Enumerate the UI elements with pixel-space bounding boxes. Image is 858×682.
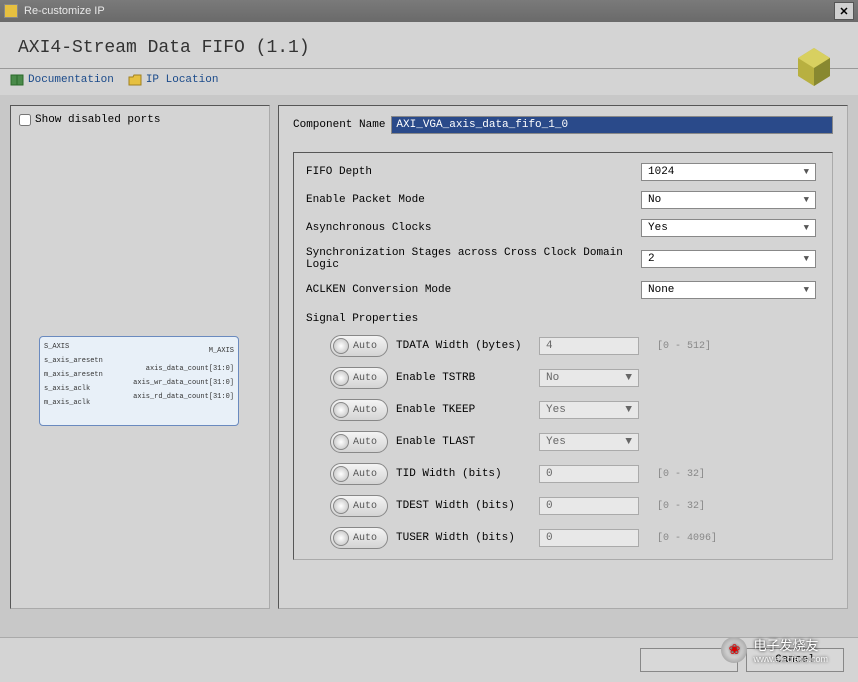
documentation-link[interactable]: Documentation <box>10 73 114 87</box>
close-button[interactable]: ✕ <box>834 2 854 20</box>
window-icon <box>4 4 18 18</box>
port-rd-data-count: axis_rd_data_count[31:0] <box>133 393 234 401</box>
tid-width-input[interactable]: 0 <box>539 465 639 483</box>
tstrb-select[interactable]: No▼ <box>539 369 639 387</box>
fifo-depth-select[interactable]: 1024▼ <box>641 163 816 181</box>
show-disabled-ports-label: Show disabled ports <box>35 114 160 126</box>
port-s-aclk: s_axis_aclk <box>44 385 90 393</box>
port-data-count: axis_data_count[31:0] <box>146 365 234 373</box>
chevron-down-icon: ▼ <box>804 254 809 264</box>
chevron-down-icon: ▼ <box>625 436 632 448</box>
book-icon <box>10 73 24 87</box>
sig-tkeep: Auto Enable TKEEP Yes▼ <box>330 399 820 421</box>
toggle-knob-icon <box>333 530 349 546</box>
port-m-axis: M_AXIS <box>209 347 234 355</box>
prop-packet-mode: Enable Packet Mode No▼ <box>306 191 820 209</box>
vendor-logo-icon <box>794 46 834 86</box>
auto-toggle[interactable]: Auto <box>330 367 388 389</box>
folder-icon <box>128 73 142 87</box>
sig-tid-width: Auto TID Width (bits) 0 [0 - 32] <box>330 463 820 485</box>
ports-panel: Show disabled ports S_AXIS s_axis_areset… <box>10 105 270 609</box>
toolbar: Documentation IP Location <box>0 69 858 95</box>
port-m-aresetn: m_axis_aresetn <box>44 371 103 379</box>
auto-toggle[interactable]: Auto <box>330 399 388 421</box>
watermark-url: www.elecfans.com <box>753 654 828 664</box>
packet-mode-select[interactable]: No▼ <box>641 191 816 209</box>
async-clocks-select[interactable]: Yes▼ <box>641 219 816 237</box>
auto-toggle[interactable]: Auto <box>330 463 388 485</box>
content: Show disabled ports S_AXIS s_axis_areset… <box>0 95 858 619</box>
port-s-axis: S_AXIS <box>44 343 69 351</box>
toggle-knob-icon <box>333 498 349 514</box>
tkeep-select[interactable]: Yes▼ <box>539 401 639 419</box>
page-title: AXI4-Stream Data FIFO (1.1) <box>18 38 840 58</box>
chevron-down-icon: ▼ <box>804 167 809 177</box>
annotation-arrow-icon <box>456 221 636 223</box>
aclken-mode-select[interactable]: None▼ <box>641 281 816 299</box>
block-diagram[interactable]: S_AXIS s_axis_aresetn m_axis_aresetn s_a… <box>39 336 239 426</box>
tlast-select[interactable]: Yes▼ <box>539 433 639 451</box>
toggle-knob-icon <box>333 338 349 354</box>
sync-stages-select[interactable]: 2▼ <box>641 250 816 268</box>
signal-properties-header: Signal Properties <box>306 313 820 325</box>
tuser-width-input[interactable]: 0 <box>539 529 639 547</box>
chevron-down-icon: ▼ <box>625 372 632 384</box>
auto-toggle[interactable]: Auto <box>330 495 388 517</box>
auto-toggle[interactable]: Auto <box>330 431 388 453</box>
port-s-aresetn: s_axis_aresetn <box>44 357 103 365</box>
watermark-text: 电子发烧友 <box>753 635 828 654</box>
sig-tstrb: Auto Enable TSTRB No▼ <box>330 367 820 389</box>
toggle-knob-icon <box>333 370 349 386</box>
window-title: Re-customize IP <box>24 5 834 17</box>
titlebar: Re-customize IP ✕ <box>0 0 858 22</box>
show-disabled-ports-row: Show disabled ports <box>19 114 261 126</box>
chevron-down-icon: ▼ <box>625 404 632 416</box>
component-name-row: Component Name <box>293 116 833 134</box>
chevron-down-icon: ▼ <box>804 285 809 295</box>
auto-toggle[interactable]: Auto <box>330 335 388 357</box>
properties-area: FIFO Depth 1024▼ Enable Packet Mode No▼ … <box>293 152 833 560</box>
config-panel: Component Name FIFO Depth 1024▼ Enable P… <box>278 105 848 609</box>
toggle-knob-icon <box>333 434 349 450</box>
port-m-aclk: m_axis_aclk <box>44 399 90 407</box>
prop-fifo-depth: FIFO Depth 1024▼ <box>306 163 820 181</box>
chevron-down-icon: ▼ <box>804 195 809 205</box>
prop-async-clocks: Asynchronous Clocks Yes▼ <box>306 219 820 237</box>
toggle-knob-icon <box>333 466 349 482</box>
auto-toggle[interactable]: Auto <box>330 527 388 549</box>
ip-location-link[interactable]: IP Location <box>128 73 219 87</box>
component-name-input[interactable] <box>391 116 833 134</box>
sig-tuser-width: Auto TUSER Width (bits) 0 [0 - 4096] <box>330 527 820 549</box>
prop-sync-stages: Synchronization Stages across Cross Cloc… <box>306 247 820 271</box>
watermark-icon: ❀ <box>721 637 747 663</box>
tdest-width-input[interactable]: 0 <box>539 497 639 515</box>
header: AXI4-Stream Data FIFO (1.1) <box>0 22 858 69</box>
prop-aclken-mode: ACLKEN Conversion Mode None▼ <box>306 281 820 299</box>
tdata-width-input[interactable]: 4 <box>539 337 639 355</box>
component-name-label: Component Name <box>293 119 385 131</box>
show-disabled-ports-checkbox[interactable] <box>19 114 31 126</box>
sig-tdata-width: Auto TDATA Width (bytes) 4 [0 - 512] <box>330 335 820 357</box>
toggle-knob-icon <box>333 402 349 418</box>
sig-tdest-width: Auto TDEST Width (bits) 0 [0 - 32] <box>330 495 820 517</box>
chevron-down-icon: ▼ <box>804 223 809 233</box>
sig-tlast: Auto Enable TLAST Yes▼ <box>330 431 820 453</box>
port-wr-data-count: axis_wr_data_count[31:0] <box>133 379 234 387</box>
watermark: ❀ 电子发烧友 www.elecfans.com <box>721 635 828 664</box>
